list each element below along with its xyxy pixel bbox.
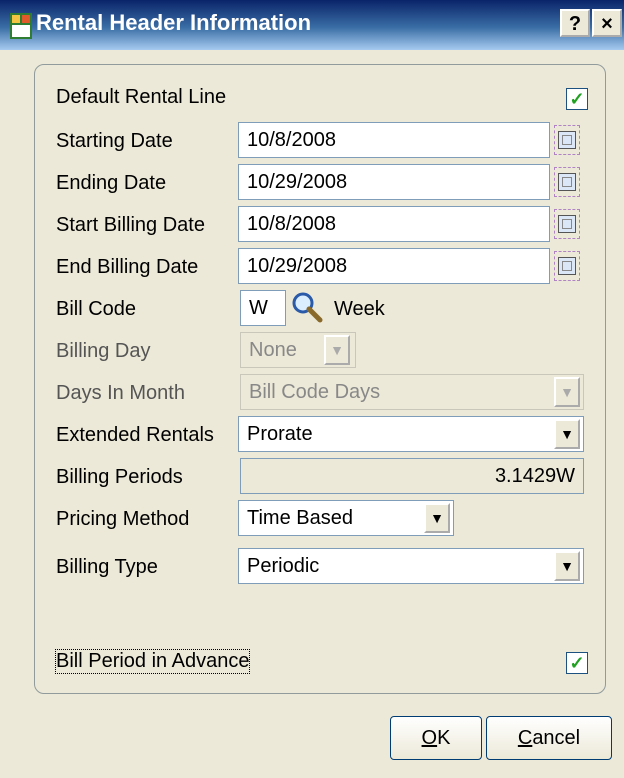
cancel-label-rest: ancel bbox=[532, 727, 581, 749]
bill-period-in-advance-checkbox[interactable]: ✓ bbox=[566, 652, 588, 674]
dropdown-arrow-icon[interactable]: ▼ bbox=[554, 419, 580, 449]
bill-code-input[interactable]: W bbox=[240, 290, 286, 326]
starting-date-input[interactable]: 10/8/2008 bbox=[238, 122, 550, 158]
search-icon[interactable] bbox=[290, 290, 324, 324]
default-rental-line-checkbox[interactable]: ✓ bbox=[566, 88, 588, 110]
ending-date-label: Ending Date bbox=[56, 172, 167, 194]
ending-date-input[interactable]: 10/29/2008 bbox=[238, 164, 550, 200]
bill-code-label: Bill Code bbox=[56, 298, 137, 320]
calendar-icon bbox=[558, 173, 576, 191]
dropdown-arrow-icon[interactable]: ▼ bbox=[554, 551, 580, 581]
start-billing-date-calendar-button[interactable] bbox=[554, 209, 580, 239]
starting-date-label: Starting Date bbox=[56, 130, 173, 152]
bill-period-in-advance-label: Bill Period in Advance bbox=[54, 649, 251, 674]
billing-type-label: Billing Type bbox=[56, 556, 158, 578]
days-in-month-select: Bill Code Days bbox=[240, 374, 584, 410]
cancel-button[interactable]: Cancel bbox=[486, 716, 612, 760]
days-in-month-label: Days In Month bbox=[56, 382, 185, 404]
window-title: Rental Header Information bbox=[36, 10, 312, 35]
extended-rentals-select[interactable]: Prorate bbox=[238, 416, 584, 452]
start-billing-date-label: Start Billing Date bbox=[56, 214, 205, 236]
dropdown-arrow-icon: ▼ bbox=[324, 335, 350, 365]
end-billing-date-calendar-button[interactable] bbox=[554, 251, 580, 281]
dropdown-arrow-icon: ▼ bbox=[554, 377, 580, 407]
title-bar: Rental Header Information ? × bbox=[0, 0, 624, 50]
app-icon bbox=[10, 13, 32, 39]
billing-periods-value: 3.1429W bbox=[240, 458, 584, 494]
close-button[interactable]: × bbox=[592, 9, 622, 37]
ending-date-calendar-button[interactable] bbox=[554, 167, 580, 197]
ok-label-rest: K bbox=[437, 727, 451, 749]
start-billing-date-input[interactable]: 10/8/2008 bbox=[238, 206, 550, 242]
help-button[interactable]: ? bbox=[560, 9, 590, 37]
calendar-icon bbox=[558, 131, 576, 149]
calendar-icon bbox=[558, 215, 576, 233]
pricing-method-select[interactable]: Time Based bbox=[238, 500, 454, 536]
cancel-mnemonic: C bbox=[517, 727, 533, 749]
ok-button[interactable]: OK bbox=[390, 716, 482, 760]
dropdown-arrow-icon[interactable]: ▼ bbox=[424, 503, 450, 533]
calendar-icon bbox=[558, 257, 576, 275]
billing-day-label: Billing Day bbox=[56, 340, 151, 362]
billing-type-select[interactable]: Periodic bbox=[238, 548, 584, 584]
extended-rentals-label: Extended Rentals bbox=[56, 424, 214, 446]
pricing-method-label: Pricing Method bbox=[56, 508, 190, 530]
starting-date-calendar-button[interactable] bbox=[554, 125, 580, 155]
default-rental-line-label: Default Rental Line bbox=[56, 86, 227, 108]
bill-code-description: Week bbox=[334, 298, 385, 320]
ok-mnemonic: O bbox=[421, 727, 438, 749]
end-billing-date-label: End Billing Date bbox=[56, 256, 199, 278]
billing-periods-label: Billing Periods bbox=[56, 466, 183, 488]
end-billing-date-input[interactable]: 10/29/2008 bbox=[238, 248, 550, 284]
